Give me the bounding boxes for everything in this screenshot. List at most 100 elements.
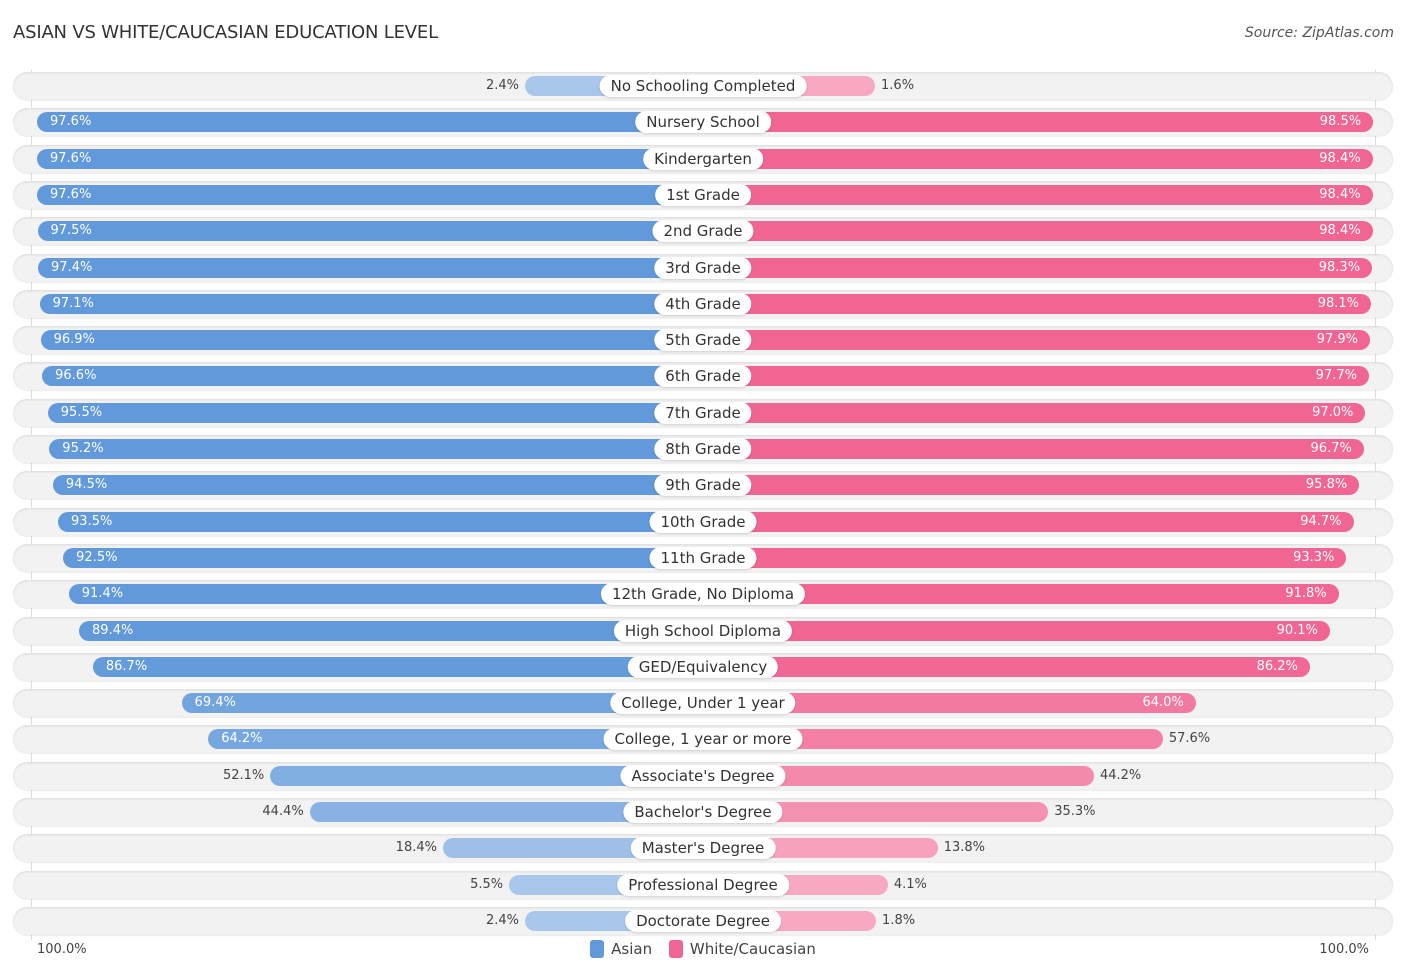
category-label: 4th Grade (654, 292, 752, 315)
value-label-asian: 96.9% (53, 332, 95, 348)
value-label-white-caucasian: 1.8% (882, 912, 916, 928)
bar-white-caucasian[interactable] (703, 366, 1369, 387)
source-credit: Source: ZipAtlas.com (1244, 25, 1394, 41)
value-label-white-caucasian: 91.8% (1285, 586, 1327, 602)
value-label-white-caucasian: 57.6% (1168, 731, 1211, 747)
value-label-asian: 18.4% (395, 840, 437, 856)
value-label-white-caucasian: 98.4% (1319, 150, 1361, 166)
bar-white-caucasian[interactable] (703, 511, 1354, 532)
value-label-white-caucasian: 86.2% (1256, 658, 1298, 674)
value-label-asian: 44.4% (262, 804, 304, 819)
value-label-white-caucasian: 98.3% (1318, 259, 1361, 275)
value-label-white-caucasian: 90.1% (1276, 622, 1318, 638)
category-label: 11th Grade (649, 546, 757, 569)
value-label-white-caucasian: 44.2% (1099, 767, 1142, 783)
bar-asian[interactable] (37, 221, 703, 242)
value-label-asian: 95.2% (62, 441, 104, 456)
value-label-white-caucasian: 93.3% (1293, 549, 1335, 565)
value-label-white-caucasian: 97.0% (1312, 404, 1354, 420)
value-label-asian: 97.4% (51, 259, 93, 275)
value-label-asian: 2.4% (485, 78, 519, 93)
bar-white-caucasian[interactable] (703, 221, 1373, 242)
bar-asian[interactable] (58, 511, 703, 532)
value-label-white-caucasian: 97.7% (1315, 368, 1357, 384)
value-label-white-caucasian: 98.4% (1319, 186, 1361, 202)
bar-asian[interactable] (39, 293, 703, 314)
bar-white-caucasian[interactable] (703, 402, 1366, 423)
category-label: 3rd Grade (654, 256, 752, 279)
value-label-white-caucasian: 35.3% (1054, 804, 1096, 819)
bar-white-caucasian[interactable] (703, 439, 1364, 459)
value-label-asian: 5.5% (470, 876, 504, 892)
legend-swatch-asian (590, 940, 605, 958)
bar-white-caucasian[interactable] (703, 330, 1370, 351)
category-label: Professional Degree (617, 873, 789, 896)
bar-white-caucasian[interactable] (703, 257, 1373, 278)
bar-white-caucasian[interactable] (703, 112, 1374, 133)
value-label-asian: 96.6% (55, 368, 97, 384)
bar-asian[interactable] (79, 620, 703, 641)
value-label-asian: 97.1% (52, 295, 94, 311)
category-label: Master's Degree (630, 837, 776, 860)
value-label-asian: 97.6% (50, 150, 92, 166)
chart-title: ASIAN VS WHITE/CAUCASIAN EDUCATION LEVEL (13, 22, 438, 43)
category-label: GED/Equivalency (627, 655, 779, 678)
legend-item-asian[interactable]: Asian (590, 940, 652, 958)
bar-asian[interactable] (49, 439, 703, 459)
legend-swatch-white (668, 940, 683, 958)
bar-asian[interactable] (37, 148, 703, 169)
bar-white-caucasian[interactable] (703, 148, 1373, 169)
legend: Asian White/Caucasian (0, 940, 1406, 962)
value-label-white-caucasian: 1.6% (881, 78, 915, 93)
value-label-white-caucasian: 95.8% (1305, 477, 1348, 493)
bar-asian[interactable] (63, 547, 703, 568)
category-label: 10th Grade (649, 510, 757, 533)
bar-white-caucasian[interactable] (703, 293, 1372, 314)
bar-asian[interactable] (37, 184, 703, 205)
category-label: Bachelor's Degree (623, 801, 783, 823)
bar-asian[interactable] (38, 257, 703, 278)
value-label-white-caucasian: 96.7% (1310, 441, 1352, 456)
value-label-asian: 2.4% (485, 912, 519, 928)
value-label-asian: 64.2% (221, 731, 263, 747)
bar-white-caucasian[interactable] (703, 547, 1347, 568)
value-label-white-caucasian: 64.0% (1142, 695, 1184, 711)
category-label: Nursery School (635, 111, 771, 134)
value-label-asian: 92.5% (76, 549, 118, 565)
category-label: 1st Grade (655, 183, 751, 206)
category-label: 6th Grade (654, 365, 752, 388)
value-label-white-caucasian: 98.1% (1317, 295, 1360, 311)
value-label-asian: 86.7% (105, 658, 148, 674)
value-label-asian: 91.4% (81, 586, 124, 602)
category-label: 9th Grade (654, 474, 752, 497)
category-label: 7th Grade (654, 401, 752, 424)
bar-asian[interactable] (92, 656, 703, 677)
bar-asian[interactable] (37, 112, 703, 133)
value-label-white-caucasian: 94.7% (1300, 513, 1342, 529)
legend-label-white: White/Caucasian (689, 940, 816, 958)
legend-label-asian: Asian (611, 940, 653, 958)
value-label-white-caucasian: 98.5% (1319, 114, 1362, 130)
legend-item-white[interactable]: White/Caucasian (668, 940, 816, 958)
category-label: Associate's Degree (620, 764, 786, 787)
bar-white-caucasian[interactable] (703, 656, 1310, 677)
bar-white-caucasian[interactable] (703, 475, 1360, 496)
bar-white-caucasian[interactable] (703, 184, 1373, 205)
category-label: 12th Grade, No Diploma (600, 583, 806, 606)
bar-asian[interactable] (42, 366, 703, 387)
value-label-asian: 52.1% (222, 767, 265, 783)
value-label-asian: 89.4% (92, 622, 134, 638)
category-label: Doctorate Degree (625, 909, 781, 932)
value-label-asian: 94.5% (65, 477, 108, 493)
category-label: 8th Grade (654, 438, 752, 460)
bar-asian[interactable] (47, 402, 703, 423)
bar-white-caucasian[interactable] (703, 620, 1330, 641)
value-label-asian: 97.5% (50, 223, 92, 239)
category-label: 2nd Grade (652, 220, 754, 243)
value-label-white-caucasian: 97.9% (1316, 332, 1359, 348)
bar-asian[interactable] (52, 475, 703, 496)
value-label-white-caucasian: 98.4% (1319, 223, 1361, 239)
category-label: 5th Grade (654, 329, 752, 352)
value-label-white-caucasian: 13.8% (943, 840, 986, 856)
bar-asian[interactable] (40, 330, 703, 351)
